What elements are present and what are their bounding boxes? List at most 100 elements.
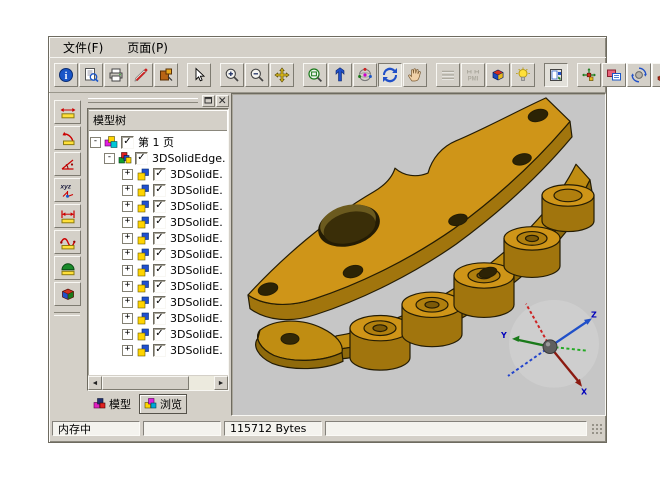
print-preview-button[interactable] (79, 63, 103, 87)
expand-box-icon[interactable]: + (122, 265, 133, 276)
expand-box-icon[interactable]: + (122, 281, 133, 292)
explode-button[interactable] (577, 63, 601, 87)
collapse-box-icon[interactable]: - (90, 137, 101, 148)
part-checkbox[interactable]: ✓ (153, 328, 166, 341)
measure-area-button[interactable] (54, 256, 81, 280)
panel-close-button[interactable] (216, 95, 229, 107)
markup-pen-button[interactable] (129, 63, 153, 87)
resize-grip[interactable] (590, 422, 603, 435)
part-label[interactable]: 3DSolidE. (170, 168, 223, 181)
tree-row-part[interactable]: + ✓ 3DSolidE. (90, 166, 228, 182)
tree-row-part[interactable]: + ✓ 3DSolidE. (90, 342, 228, 358)
3d-viewport[interactable]: Z X Y (231, 93, 606, 416)
measure-curve-button[interactable] (54, 230, 81, 254)
tree-row-part[interactable]: + ✓ 3DSolidE. (90, 246, 228, 262)
wireframe-button[interactable] (436, 63, 460, 87)
expand-box-icon[interactable]: + (122, 329, 133, 340)
scrollbar-track[interactable] (102, 376, 214, 390)
tree-row-part[interactable]: + ✓ 3DSolidE. (90, 230, 228, 246)
part-label[interactable]: 3DSolidE. (170, 296, 223, 309)
tab-model[interactable]: 模型 (88, 394, 136, 414)
tree-row-assembly[interactable]: - ✓ 3DSolidEdge. (90, 150, 228, 166)
measure-distance-button[interactable] (54, 204, 81, 228)
expand-box-icon[interactable]: + (122, 297, 133, 308)
page-checkbox[interactable]: ✓ (121, 136, 134, 149)
part-label[interactable]: 3DSolidE. (170, 280, 223, 293)
orientation-ball[interactable]: Z X Y (500, 300, 599, 397)
part-label[interactable]: 3DSolidE. (170, 216, 223, 229)
view-orientation-button[interactable] (54, 282, 81, 306)
info-button[interactable]: i (54, 63, 78, 87)
expand-box-icon[interactable]: + (122, 217, 133, 228)
zoom-out-button[interactable] (245, 63, 269, 87)
scrollbar-thumb[interactable] (102, 376, 189, 390)
tree-row-part[interactable]: + ✓ 3DSolidE. (90, 182, 228, 198)
tree-row-part[interactable]: + ✓ 3DSolidE. (90, 262, 228, 278)
expand-box-icon[interactable]: + (122, 249, 133, 260)
part-checkbox[interactable]: ✓ (153, 232, 166, 245)
scroll-left-button[interactable]: ◄ (88, 376, 102, 390)
part-checkbox[interactable]: ✓ (153, 168, 166, 181)
spin-button[interactable] (627, 63, 651, 87)
section-button[interactable] (652, 63, 660, 87)
part-checkbox[interactable]: ✓ (153, 248, 166, 261)
pmi-button[interactable]: PMI (461, 63, 485, 87)
part-checkbox[interactable]: ✓ (153, 344, 166, 357)
part-checkbox[interactable]: ✓ (153, 184, 166, 197)
part-label[interactable]: 3DSolidE. (170, 248, 223, 261)
panel-restore-button[interactable] (202, 95, 215, 107)
rotate-view-button[interactable] (378, 63, 402, 87)
tree-row-part[interactable]: + ✓ 3DSolidE. (90, 198, 228, 214)
expand-box-icon[interactable]: + (122, 169, 133, 180)
pan-hand-button[interactable] (403, 63, 427, 87)
part-checkbox[interactable]: ✓ (153, 296, 166, 309)
part-checkbox[interactable]: ✓ (153, 280, 166, 293)
collapse-box-icon[interactable]: - (104, 153, 115, 164)
part-label[interactable]: 3DSolidE. (170, 200, 223, 213)
print-button[interactable] (104, 63, 128, 87)
markup-colors-button[interactable] (154, 63, 178, 87)
expand-box-icon[interactable]: + (122, 233, 133, 244)
select-cursor-button[interactable] (187, 63, 211, 87)
part-checkbox[interactable]: ✓ (153, 264, 166, 277)
part-checkbox[interactable]: ✓ (153, 200, 166, 213)
panel-drag-grip[interactable] (88, 98, 198, 103)
page-label[interactable]: 第 1 页 (138, 134, 174, 150)
scroll-right-button[interactable]: ► (214, 376, 228, 390)
tree-row-part[interactable]: + ✓ 3DSolidE. (90, 278, 228, 294)
expand-box-icon[interactable]: + (122, 185, 133, 196)
part-label[interactable]: 3DSolidE. (170, 264, 223, 277)
zoom-pointer-button[interactable] (328, 63, 352, 87)
menu-file[interactable]: 文件(F) (61, 38, 105, 57)
part-label[interactable]: 3DSolidE. (170, 232, 223, 245)
compare-button[interactable] (602, 63, 626, 87)
tree-row-part[interactable]: + ✓ 3DSolidE. (90, 326, 228, 342)
render-settings-button[interactable] (544, 63, 568, 87)
part-label[interactable]: 3DSolidE. (170, 184, 223, 197)
assembly-label[interactable]: 3DSolidEdge. (152, 152, 225, 165)
tree-row-page[interactable]: - ✓ 第 1 页 (90, 134, 228, 150)
part-label[interactable]: 3DSolidE. (170, 344, 223, 357)
expand-box-icon[interactable]: + (122, 313, 133, 324)
measure-coordinate-button[interactable]: xyz (54, 178, 81, 202)
expand-box-icon[interactable]: + (122, 201, 133, 212)
lighting-button[interactable] (511, 63, 535, 87)
measure-radius-button[interactable] (54, 126, 81, 150)
part-checkbox[interactable]: ✓ (153, 216, 166, 229)
menu-page[interactable]: 页面(P) (125, 38, 170, 57)
tab-browse[interactable]: 浏览 (139, 394, 187, 414)
tree-row-part[interactable]: + ✓ 3DSolidE. (90, 214, 228, 230)
shaded-view-button[interactable] (486, 63, 510, 87)
assembly-checkbox[interactable]: ✓ (135, 152, 148, 165)
orbit-button[interactable] (353, 63, 377, 87)
pan-move-button[interactable] (270, 63, 294, 87)
part-checkbox[interactable]: ✓ (153, 312, 166, 325)
measure-length-button[interactable] (54, 100, 81, 124)
part-label[interactable]: 3DSolidE. (170, 312, 223, 325)
tree-row-part[interactable]: + ✓ 3DSolidE. (90, 294, 228, 310)
zoom-in-button[interactable] (220, 63, 244, 87)
part-label[interactable]: 3DSolidE. (170, 328, 223, 341)
zoom-window-button[interactable] (303, 63, 327, 87)
tree-row-part[interactable]: + ✓ 3DSolidE. (90, 310, 228, 326)
expand-box-icon[interactable]: + (122, 345, 133, 356)
